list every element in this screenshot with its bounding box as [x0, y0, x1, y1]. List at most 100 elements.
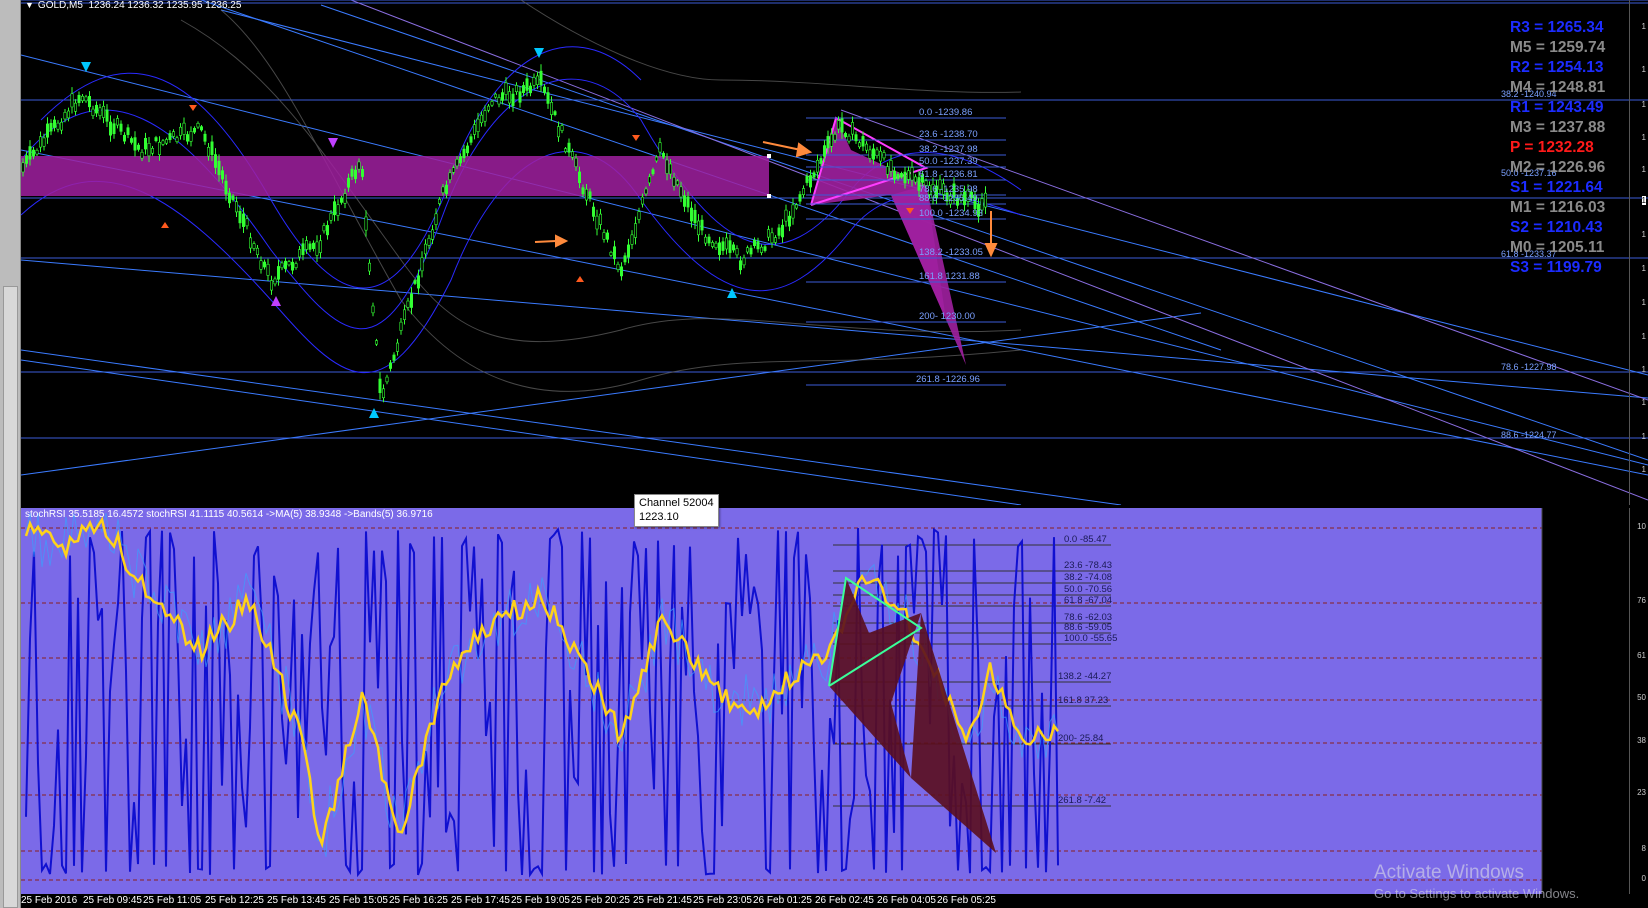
candle-body	[766, 229, 770, 238]
candle-body	[588, 191, 592, 199]
candle-body	[200, 126, 204, 131]
candle-body	[66, 110, 70, 119]
price-tick: 1	[1641, 465, 1646, 474]
candle-body	[21, 162, 25, 173]
candle-body	[105, 109, 109, 122]
caret-down-icon[interactable]: ▼	[25, 0, 34, 10]
candle-body	[738, 260, 742, 271]
candle-body	[710, 242, 714, 247]
candle-body	[42, 137, 46, 147]
candle-body	[595, 215, 599, 230]
stochrsi-canvas[interactable]	[21, 508, 1648, 894]
indicator-tick: 61	[1637, 651, 1646, 660]
fib-level-label: 138.2 -1233.05	[919, 247, 983, 258]
indicator-fib-label: 50.0 -70.56	[1064, 584, 1113, 595]
candle-body	[829, 133, 833, 147]
candle-body	[833, 134, 837, 141]
candle-body	[371, 305, 375, 314]
candle-body	[392, 354, 396, 361]
left-scroll-strip[interactable]	[0, 0, 21, 908]
price-tick: 1	[1641, 22, 1646, 31]
candle-body	[472, 124, 476, 135]
time-axis-label: 25 Feb 2016	[21, 895, 78, 906]
time-axis-label: 25 Feb 21:45	[633, 895, 692, 906]
fib-level-label: 0.0 -1239.86	[919, 107, 973, 118]
candle-body	[123, 134, 127, 142]
candle-body	[493, 93, 497, 98]
indicator-fib-label: 61.8 -67.04	[1064, 595, 1113, 606]
candle-body	[798, 194, 802, 202]
indicator-fib-label: 138.2 -44.27	[1058, 671, 1112, 682]
candle-body	[637, 211, 641, 220]
indicator-scale[interactable]: 10 76 61 50 38 23 8 0	[1629, 508, 1648, 894]
candle-body	[556, 126, 560, 138]
ohlc-values: 1236.24 1236.32 1235.95 1236.25	[88, 0, 242, 11]
candle-body	[756, 241, 760, 250]
candle-body	[518, 91, 522, 103]
candle-body	[45, 123, 49, 138]
candle-body	[109, 121, 113, 136]
candle-body	[836, 120, 840, 130]
price-tick: 1	[1641, 100, 1646, 109]
candle-body	[245, 218, 249, 227]
price-chart[interactable]: ▼ GOLD,M5 1236.24 1236.32 1235.95 1236.25…	[21, 0, 1648, 505]
candle-body	[346, 177, 350, 188]
candle-body	[444, 184, 448, 195]
candle-body	[553, 111, 557, 115]
candle-body	[353, 169, 357, 180]
candle-body	[59, 121, 63, 131]
candle-body	[731, 244, 735, 251]
candle-body	[665, 159, 669, 174]
indicator-fib-label: 23.6 -78.43	[1064, 560, 1113, 571]
pivot-levels-panel: R3 = 1265.34 M5 = 1259.74 R2 = 1254.13 M4 =…	[1510, 18, 1630, 278]
candle-body	[913, 176, 917, 183]
candle-body	[95, 104, 99, 114]
indicator-tick: 0	[1641, 874, 1646, 883]
price-scale[interactable]: 1 1 1 1 1 1 1 1 1 1 1 1 1 1	[1629, 0, 1648, 505]
candle-body	[263, 261, 267, 268]
indicator-tick: 8	[1641, 844, 1646, 853]
price-tick: 1	[1641, 165, 1646, 174]
candle-body	[805, 176, 809, 183]
candle-body	[693, 209, 697, 224]
candle-body	[102, 106, 106, 118]
candle-body	[668, 163, 672, 175]
candle-body	[308, 243, 312, 250]
candle-body	[490, 101, 494, 106]
candle-body	[616, 263, 620, 270]
pivot-level: R1 = 1243.49	[1510, 99, 1604, 116]
candle-body	[35, 149, 39, 155]
price-chart-canvas[interactable]	[21, 0, 1648, 505]
candle-body	[256, 247, 260, 255]
candle-body	[25, 155, 29, 164]
candle-body	[717, 242, 721, 255]
candle-body	[591, 206, 595, 217]
candle-body	[721, 241, 725, 251]
candle-body	[871, 148, 875, 160]
candle-body	[385, 376, 389, 383]
candle-body	[581, 187, 585, 195]
candle-body	[658, 142, 662, 153]
scroll-thumb[interactable]	[3, 286, 18, 908]
candle-body	[549, 102, 553, 115]
stochrsi-pane[interactable]: stochRSI 35.5185 16.4572 stochRSI 41.111…	[21, 508, 1648, 894]
candle-body	[857, 142, 861, 148]
time-axis-label: 25 Feb 23:05	[693, 895, 752, 906]
candle-body	[238, 210, 242, 224]
candle-body	[749, 247, 753, 255]
pivot-level: M2 = 1226.96	[1510, 159, 1606, 176]
candle-body	[794, 204, 798, 209]
candle-body	[228, 192, 232, 204]
chart-title: ▼ GOLD,M5 1236.24 1236.32 1235.95 1236.25	[25, 0, 241, 11]
candle-body	[196, 122, 200, 128]
time-axis-label: 26 Feb 02:45	[815, 895, 874, 906]
candle-body	[276, 266, 280, 280]
price-tick: 1	[1641, 133, 1646, 142]
candle-body	[140, 151, 144, 159]
candle-body	[179, 126, 183, 136]
candle-body	[647, 176, 651, 184]
time-axis-label: 25 Feb 11:05	[143, 895, 202, 906]
candle-body	[609, 251, 613, 256]
candle-body	[378, 378, 382, 394]
candle-body	[532, 77, 536, 86]
